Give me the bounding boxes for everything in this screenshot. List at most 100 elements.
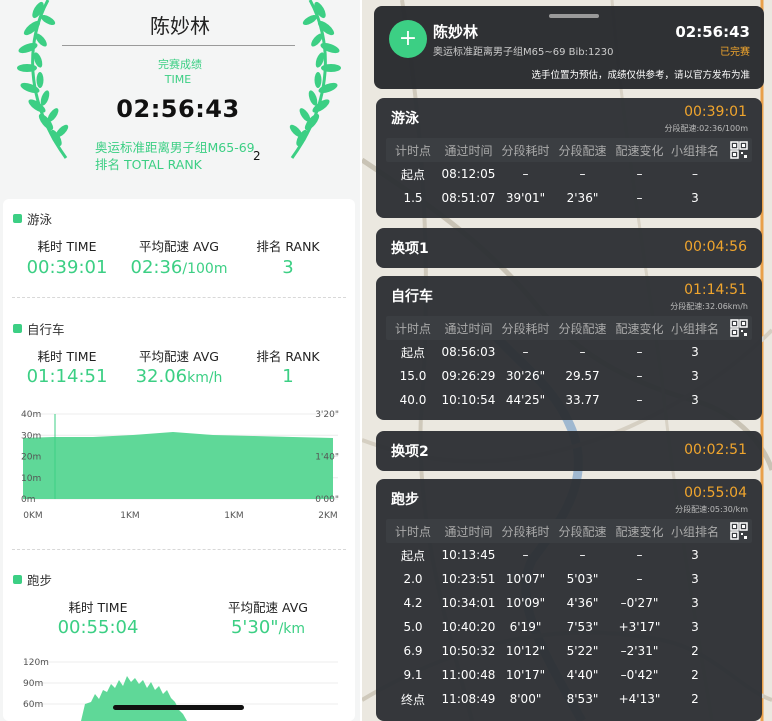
table-row: 40.0 10:10:54 44'25" 33.77–3 bbox=[399, 393, 699, 407]
home-indicator[interactable] bbox=[113, 705, 244, 710]
table-row: 起点 10:13:45– – –3 bbox=[400, 548, 699, 563]
swim-time-value: 00:39:01 bbox=[26, 257, 108, 278]
run-split-panel: 跑步 00:55:04 分段配速:05:30/km 计时点 通过时间 分段耗时 分段配… bbox=[376, 479, 762, 721]
y-tick-label: 0m bbox=[21, 495, 36, 505]
bike-dot-icon bbox=[13, 324, 22, 333]
bike-panel-time: 01:14:51 bbox=[684, 282, 747, 298]
y-tick-label: 60m bbox=[23, 700, 43, 710]
transition2-panel: 换项2 00:02:51 bbox=[376, 431, 762, 471]
swim-title: 游泳 bbox=[27, 212, 53, 227]
split-detail-card: 游泳 耗时 TIME 平均配速 AVG 排名 RANK 00:39:01 02:… bbox=[3, 199, 355, 721]
finish-card: 陈妙林 完赛成绩 TIME 02:56:43 奥运标准距离男子组M65-69排名… bbox=[0, 0, 360, 192]
map-splits-panel: + 陈妙林 奥运标准距离男子组M65~69 Bib:1230 02:56:43 … bbox=[362, 0, 772, 721]
drag-handle[interactable] bbox=[549, 14, 599, 18]
run-table-header: 计时点 通过时间 分段耗时 分段配速 配速变化 小组排名 bbox=[386, 519, 752, 543]
bike-panel-pace: 分段配速:32.06km/h bbox=[670, 302, 748, 311]
table-row: 6.9 10:50:32 10'12" 5'22" –2'31" 2 bbox=[403, 644, 699, 658]
athlete-name: 陈妙林 bbox=[150, 14, 210, 38]
run-panel-title: 跑步 bbox=[391, 492, 419, 508]
header-disclaimer: 选手位置为预估，成绩仅供参考，请以官方发布为准 bbox=[531, 70, 750, 81]
table-row: 起点 08:56:03– – –3 bbox=[400, 345, 699, 360]
y-tick-label: 20m bbox=[21, 453, 41, 463]
run-avg-head: 平均配速 AVG bbox=[228, 600, 308, 615]
table-row: 9.1 11:00:48 10'17" 4'40" –0'42" 2 bbox=[403, 668, 699, 682]
bike-title: 自行车 bbox=[27, 322, 65, 337]
t2-title: 换项2 bbox=[391, 444, 429, 460]
run-time-value: 00:55:04 bbox=[57, 617, 139, 638]
add-follow-button[interactable]: + bbox=[389, 20, 427, 58]
bike-rank-value: 1 bbox=[282, 366, 294, 387]
t1-title: 换项1 bbox=[391, 241, 429, 257]
header-athlete-name: 陈妙林 bbox=[433, 23, 479, 41]
table-row: 5.0 10:40:20 6'19" 7'53" +3'17" 3 bbox=[403, 620, 699, 634]
elevation-area bbox=[23, 432, 333, 499]
table-row: 1.5 08:51:07 39'01" 2'36" –3 bbox=[403, 191, 699, 205]
swim-section-title: 游泳 bbox=[13, 209, 52, 228]
table-row: 15.0 09:26:29 30'26" 29.57–3 bbox=[399, 369, 699, 383]
bike-elevation-chart: 40m 30m 20m 10m 0m 3'20" 1'40" 0'00" 0KM 1KM 1KM… bbox=[21, 410, 339, 521]
swim-avg-head: 平均配速 AVG bbox=[139, 239, 219, 254]
t1-time: 00:04:56 bbox=[684, 239, 747, 255]
swim-table-header: 计时点 通过时间 分段耗时 分段配速 配速变化 小组排名 bbox=[386, 138, 752, 162]
t2-time: 00:02:51 bbox=[684, 442, 747, 458]
header-finish-time: 02:56:43 bbox=[675, 23, 750, 41]
name-divider bbox=[62, 45, 295, 46]
header-group-bib: 奥运标准距离男子组M65~69 Bib:1230 bbox=[433, 47, 614, 58]
y-right-tick-label: 0'00" bbox=[315, 495, 339, 505]
finish-label: 完赛成绩 bbox=[158, 58, 202, 71]
bike-time-head: 耗时 TIME bbox=[37, 349, 97, 364]
bike-table-header: 计时点 通过时间 分段耗时 分段配速 配速变化 小组排名 bbox=[386, 316, 752, 340]
time-label: TIME bbox=[164, 73, 192, 86]
run-panel-pace: 分段配速:05:30/km bbox=[675, 505, 748, 514]
y-tick-label: 30m bbox=[21, 431, 41, 441]
qr-code-icon[interactable] bbox=[730, 141, 748, 159]
run-elevation-chart: 120m 90m 60m bbox=[23, 658, 338, 721]
bike-avg-head: 平均配速 AVG bbox=[139, 349, 219, 364]
swim-split-panel: 游泳 00:39:01 分段配速:02:36/100m 计时点 通过时间 分段耗时分… bbox=[376, 98, 762, 218]
y-tick-label: 90m bbox=[23, 679, 43, 689]
bike-section-title: 自行车 bbox=[13, 319, 65, 338]
x-tick-label: 2KM bbox=[318, 511, 337, 521]
swim-rank-head: 排名 RANK bbox=[256, 239, 320, 254]
section-divider bbox=[12, 297, 346, 298]
run-panel-time: 00:55:04 bbox=[684, 485, 747, 501]
chart-x-labels: 0KM 1KM 1KM 2KM bbox=[23, 511, 337, 521]
group-rank-value: 2 bbox=[253, 149, 261, 163]
bike-time-value: 01:14:51 bbox=[26, 366, 108, 387]
chart-y-labels: 120m 90m 60m bbox=[23, 658, 49, 710]
transition1-panel: 换项1 00:04:56 bbox=[376, 228, 762, 268]
table-row: 4.2 10:34:01 10'09" 4'36" –0'27" 3 bbox=[403, 596, 699, 610]
table-row: 起点 08:12:05– – – – bbox=[400, 167, 698, 182]
run-title: 跑步 bbox=[27, 573, 53, 588]
run-time-head: 耗时 TIME bbox=[68, 600, 128, 615]
swim-pace-value: 02:36/100m bbox=[130, 257, 228, 278]
qr-code-icon[interactable] bbox=[730, 319, 748, 337]
x-tick-label: 1KM bbox=[224, 511, 243, 521]
y-tick-label: 40m bbox=[21, 410, 41, 420]
run-pace-value: 5'30"/km bbox=[230, 617, 306, 638]
x-tick-label: 0KM bbox=[23, 511, 42, 521]
run-section-title: 跑步 bbox=[13, 570, 52, 589]
bike-panel-title: 自行车 bbox=[391, 289, 433, 305]
athlete-header-panel: + 陈妙林 奥运标准距离男子组M65~69 Bib:1230 02:56:43 … bbox=[374, 6, 764, 89]
y-right-tick-label: 1'40" bbox=[315, 453, 339, 463]
swim-dot-icon bbox=[13, 214, 22, 223]
table-row: 终点 11:08:49 8'00" 8'53" +4'13" 2 bbox=[400, 692, 699, 707]
table-row: 2.0 10:23:51 10'07" 5'03" –3 bbox=[403, 572, 699, 586]
results-summary-panel: 陈妙林 完赛成绩 TIME 02:56:43 奥运标准距离男子组M65-69排名… bbox=[0, 0, 360, 721]
bike-split-panel: 自行车 01:14:51 分段配速:32.06km/h 计时点 通过时间 分段耗时分… bbox=[376, 276, 762, 420]
header-status: 已完赛 bbox=[720, 47, 750, 58]
y-right-tick-label: 3'20" bbox=[315, 410, 339, 420]
qr-code-icon[interactable] bbox=[730, 522, 748, 540]
swim-panel-pace: 分段配速:02:36/100m bbox=[664, 124, 748, 133]
group-rank-label: 奥运标准距离男子组M65-69排名 TOTAL RANK bbox=[95, 140, 255, 172]
swim-panel-time: 00:39:01 bbox=[684, 104, 747, 120]
y-tick-label: 10m bbox=[21, 474, 41, 484]
y-tick-label: 120m bbox=[23, 658, 49, 668]
bike-speed-value: 32.06km/h bbox=[135, 366, 223, 387]
finish-time: 02:56:43 bbox=[116, 95, 240, 123]
swim-rank-value: 3 bbox=[282, 257, 294, 278]
swim-panel-title: 游泳 bbox=[391, 111, 419, 127]
bike-rank-head: 排名 RANK bbox=[256, 349, 320, 364]
run-dot-icon bbox=[13, 575, 22, 584]
